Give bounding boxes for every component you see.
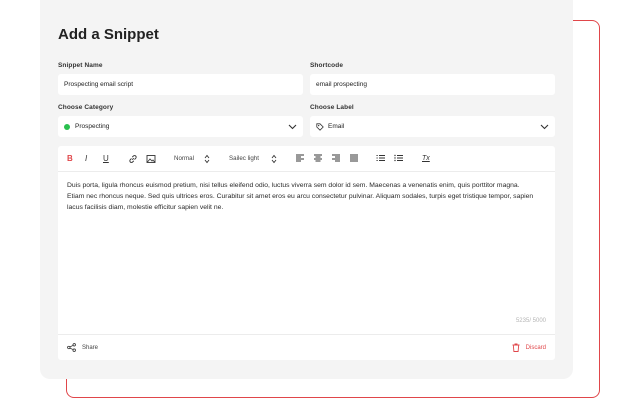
category-label: Choose Category bbox=[58, 104, 114, 111]
category-color-dot bbox=[64, 123, 70, 130]
discard-label: Discard bbox=[525, 344, 546, 351]
ordered-list-icon[interactable] bbox=[376, 154, 385, 162]
trash-icon bbox=[512, 343, 520, 352]
editor-toolbar: B I U Normal Sailec light Tx bbox=[58, 146, 555, 172]
bullet-list-icon[interactable] bbox=[394, 154, 403, 162]
rich-text-editor: B I U Normal Sailec light Tx Duis porta,… bbox=[58, 146, 555, 360]
label-value: Email bbox=[328, 123, 345, 130]
snippet-name-input[interactable]: Prospecting email script bbox=[58, 74, 303, 95]
shortcode-value: email prospecting bbox=[316, 81, 367, 88]
font-select[interactable]: Sailec light bbox=[229, 152, 259, 166]
snippet-name-label: Snippet Name bbox=[58, 62, 103, 69]
sort-arrows-icon[interactable] bbox=[204, 154, 210, 164]
share-button[interactable]: Share bbox=[67, 343, 98, 352]
share-label: Share bbox=[82, 344, 99, 351]
text-style-select[interactable]: Normal bbox=[174, 152, 194, 166]
clear-format-button[interactable]: Tx bbox=[422, 152, 430, 166]
add-snippet-card: Add a Snippet Snippet Name Prospecting e… bbox=[40, 0, 573, 379]
snippet-name-value: Prospecting email script bbox=[64, 81, 133, 88]
editor-content[interactable]: Duis porta, ligula rhoncus euismod preti… bbox=[67, 180, 537, 214]
label-select[interactable]: Email bbox=[310, 116, 555, 137]
underline-button[interactable]: U bbox=[103, 152, 109, 166]
align-right-icon[interactable] bbox=[332, 154, 340, 162]
shortcode-label: Shortcode bbox=[310, 62, 344, 69]
character-counter: 5235/ 5000 bbox=[515, 318, 546, 324]
image-icon[interactable] bbox=[146, 154, 156, 164]
editor-footer: Share Discard bbox=[58, 334, 555, 360]
chevron-down-icon bbox=[288, 124, 297, 130]
chevron-down-icon bbox=[540, 124, 549, 130]
tag-icon bbox=[316, 122, 324, 131]
shortcode-input[interactable]: email prospecting bbox=[310, 74, 555, 95]
category-select[interactable]: Prospecting bbox=[58, 116, 303, 137]
align-center-icon[interactable] bbox=[314, 154, 322, 162]
italic-button[interactable]: I bbox=[85, 152, 87, 166]
align-justify-icon[interactable] bbox=[350, 154, 358, 162]
link-icon[interactable] bbox=[128, 154, 138, 164]
page-title: Add a Snippet bbox=[58, 26, 159, 43]
align-left-icon[interactable] bbox=[296, 154, 304, 162]
sort-arrows-icon[interactable] bbox=[271, 154, 277, 164]
choose-label-label: Choose Label bbox=[310, 104, 354, 111]
discard-button[interactable]: Discard bbox=[512, 343, 546, 352]
category-value: Prospecting bbox=[75, 123, 110, 130]
share-icon bbox=[67, 343, 76, 352]
bold-button[interactable]: B bbox=[67, 152, 73, 166]
